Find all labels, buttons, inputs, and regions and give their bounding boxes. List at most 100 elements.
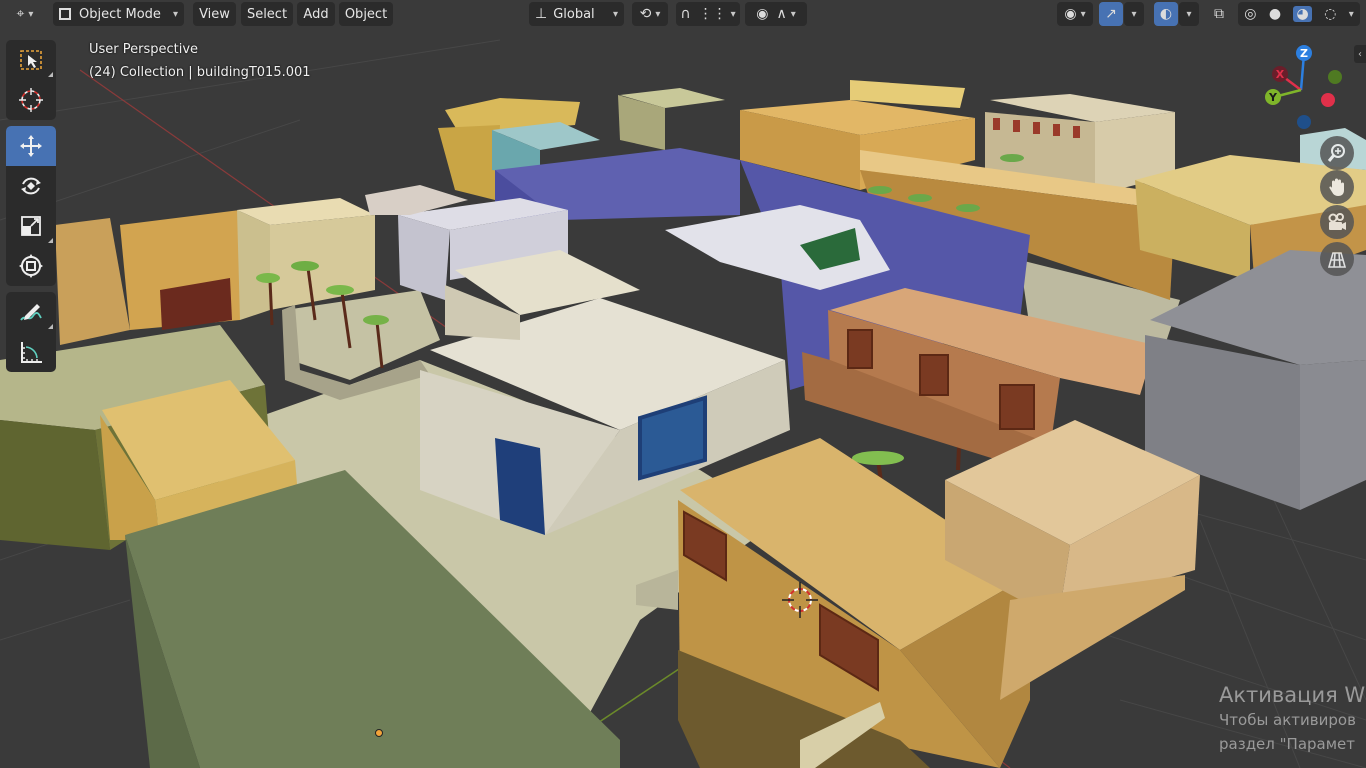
snap-increment-icon: ⋮⋮	[698, 6, 727, 22]
xray-toggle[interactable]: ⧉	[1207, 2, 1231, 26]
chevron-down-icon: ▾	[1131, 8, 1137, 20]
windows-activation-watermark: Активация W Чтобы активиров раздел "Пара…	[1219, 682, 1365, 756]
transform-orientation-dropdown[interactable]: ⊥ Global ▾	[529, 2, 624, 26]
chevron-down-icon: ▾	[1080, 8, 1086, 20]
zoom-button[interactable]	[1320, 136, 1354, 170]
move-tool[interactable]	[6, 126, 56, 166]
ortho-toggle-button[interactable]	[1320, 242, 1354, 276]
mode-label: Object Mode	[79, 6, 161, 22]
overlays-icon: ◐	[1159, 6, 1173, 22]
gizmo-icon: ↗	[1105, 6, 1117, 22]
tool-shelf	[6, 40, 56, 378]
chevron-down-icon: ▾	[790, 8, 796, 20]
visibility-dropdown[interactable]: ◉ ▾	[1057, 2, 1093, 26]
menu-object[interactable]: Object	[339, 2, 393, 26]
tool-group-annotate	[6, 292, 56, 372]
mode-dropdown[interactable]: Object Mode ▾	[53, 2, 184, 26]
menu-add-label: Add	[303, 6, 329, 22]
chevron-down-icon: ▾	[28, 8, 34, 20]
scene-render[interactable]	[0, 0, 1366, 768]
viewport-header: ⌖ ▾ Object Mode ▾ View Select Add Object …	[0, 0, 1366, 28]
3d-viewport[interactable]: ⌖ ▾ Object Mode ▾ View Select Add Object …	[0, 0, 1366, 768]
gizmo-neg-z-axis[interactable]	[1297, 115, 1311, 129]
tool-group-transform	[6, 126, 56, 286]
pivot-point-dropdown[interactable]: ⟲ ▾	[632, 2, 668, 26]
3d-viewport-icon: ⌖	[16, 6, 25, 22]
overlays-dropdown[interactable]: ▾	[1179, 2, 1199, 26]
pan-hand-icon	[1329, 178, 1344, 196]
gizmo-z-label: Z	[1300, 47, 1308, 60]
move-icon	[20, 135, 42, 157]
green-block-front	[0, 420, 110, 550]
watermark-title: Активация W	[1219, 683, 1366, 707]
camera-icon	[1328, 213, 1346, 230]
wireframe-shading-icon[interactable]: ◎	[1244, 6, 1256, 22]
transform-orientation-label: Global	[553, 6, 595, 22]
rotate-icon	[21, 177, 41, 195]
chevron-down-icon: ▾	[730, 8, 736, 20]
shading-group[interactable]: ◎ ● ◕ ◌ ▾	[1238, 2, 1360, 26]
gizmo-toggle[interactable]: ↗	[1099, 2, 1123, 26]
snap-magnet-icon: ∩	[680, 6, 691, 22]
measure-tool[interactable]	[6, 332, 56, 372]
rotate-tool[interactable]	[6, 166, 56, 206]
watermark-line2: Чтобы активиров	[1219, 711, 1356, 729]
menu-select-label: Select	[246, 6, 288, 22]
watermark-line3: раздел "Парамет	[1219, 735, 1356, 753]
menu-select[interactable]: Select	[241, 2, 293, 26]
building-left-face	[237, 210, 270, 320]
annotate-tool[interactable]	[6, 292, 56, 332]
camera-view-button[interactable]	[1320, 205, 1354, 239]
building-back-left-front	[438, 125, 500, 200]
chevron-down-icon: ▾	[1186, 8, 1192, 20]
ortho-grid-icon	[1327, 252, 1347, 268]
orientation-axes-icon: ⊥	[535, 6, 548, 22]
chevron-left-icon: ‹	[1358, 48, 1362, 60]
navigation-gizmo[interactable]: Z X Y	[1254, 40, 1358, 132]
sidebar-toggle[interactable]: ‹	[1354, 45, 1366, 63]
tool-variant-indicator	[48, 324, 53, 329]
proportional-edit-group[interactable]: ◉ ∧ ▾	[745, 2, 807, 26]
eye-icon: ◉	[1064, 6, 1077, 22]
transform-icon	[19, 254, 43, 278]
view-name-label: User Perspective	[89, 42, 199, 57]
gizmo-y-label: Y	[1268, 91, 1278, 104]
editor-type-button[interactable]: ⌖ ▾	[6, 2, 44, 26]
scale-tool[interactable]	[6, 206, 56, 246]
viewport-info-overlay: User Perspective (24) Collection | build…	[89, 38, 311, 84]
menu-object-label: Object	[344, 6, 388, 22]
pivot-icon: ⟲	[639, 6, 652, 22]
object-mode-icon	[59, 8, 71, 20]
object-origin-point[interactable]	[375, 729, 383, 737]
material-shading-icon[interactable]: ◕	[1293, 6, 1312, 22]
solid-shading-icon[interactable]: ●	[1269, 6, 1281, 22]
menu-view-label: View	[199, 6, 230, 22]
gizmo-dropdown[interactable]: ▾	[1124, 2, 1144, 26]
rendered-shading-icon[interactable]: ◌	[1324, 6, 1336, 22]
falloff-curve-icon: ∧	[776, 6, 787, 22]
cursor-tool[interactable]	[6, 80, 56, 120]
building-left-side	[270, 215, 375, 310]
grey-block-side	[1300, 360, 1366, 510]
tool-variant-indicator	[48, 72, 53, 77]
gizmo-neg-y-axis[interactable]	[1328, 70, 1342, 84]
select-box-tool[interactable]	[6, 40, 56, 80]
scale-icon	[21, 216, 41, 236]
proportional-edit-icon: ◉	[756, 6, 769, 22]
snap-group[interactable]: ∩ ⋮⋮ ▾	[676, 2, 740, 26]
building-far-left	[55, 218, 130, 345]
chevron-down-icon: ▾	[612, 8, 618, 20]
overlays-toggle[interactable]: ◐	[1154, 2, 1178, 26]
chevron-down-icon[interactable]: ▾	[1349, 9, 1354, 20]
tool-group-select	[6, 40, 56, 120]
transform-tool[interactable]	[6, 246, 56, 286]
active-object-label: (24) Collection | buildingT015.001	[89, 65, 311, 80]
pan-button[interactable]	[1320, 170, 1354, 204]
select-box-icon	[20, 50, 42, 70]
central-blue-trim	[495, 438, 545, 535]
menu-view[interactable]: View	[193, 2, 236, 26]
cursor-icon	[19, 88, 43, 112]
gizmo-neg-x-axis[interactable]	[1321, 93, 1335, 107]
menu-add[interactable]: Add	[297, 2, 335, 26]
gizmo-x-label: X	[1276, 68, 1285, 81]
